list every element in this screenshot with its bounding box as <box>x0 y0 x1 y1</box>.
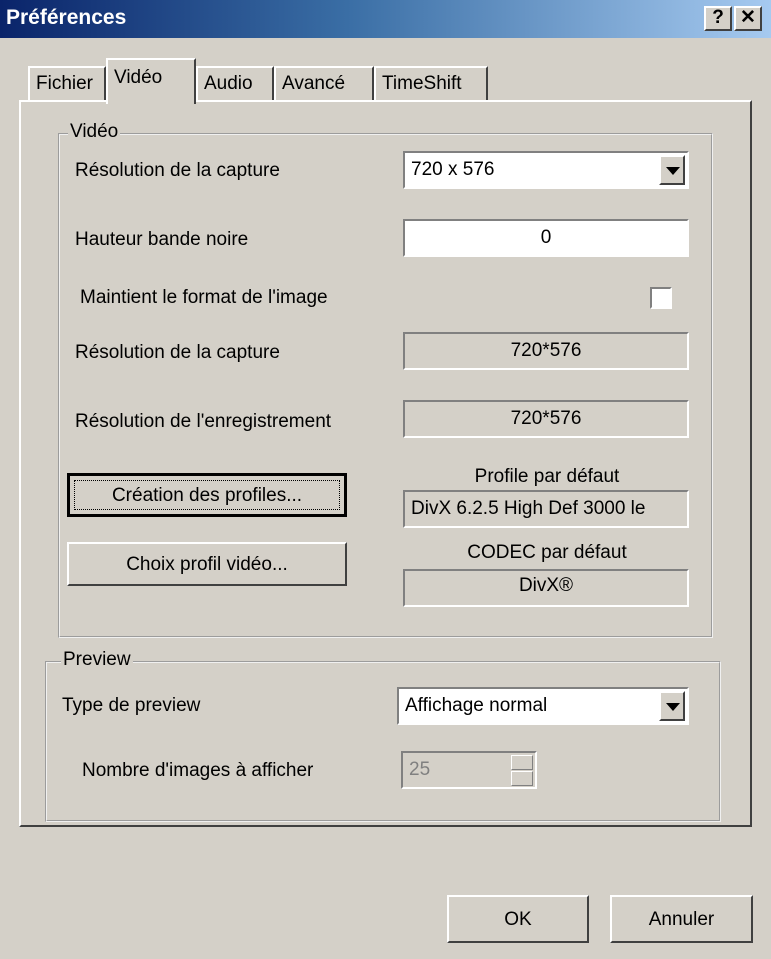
capture-resolution-readout: 720*576 <box>403 332 689 370</box>
black-band-input[interactable]: 0 <box>403 219 689 257</box>
keep-aspect-checkbox[interactable] <box>650 287 672 309</box>
tab-video[interactable]: Vidéo <box>106 58 196 104</box>
window-title: Préférences <box>6 6 127 29</box>
default-profile-readout: DivX 6.2.5 High Def 3000 le <box>403 490 689 528</box>
preview-group-title: Preview <box>61 649 133 671</box>
record-resolution-readout: 720*576 <box>403 400 689 438</box>
spin-up-icon[interactable] <box>511 755 533 770</box>
title-bar: Préférences ? ✕ <box>0 0 771 38</box>
preview-type-select-value: Affichage normal <box>405 695 548 716</box>
preview-type-label: Type de preview <box>62 695 201 716</box>
default-codec-label: CODEC par défaut <box>467 542 627 563</box>
default-profile-readout-value: DivX 6.2.5 High Def 3000 le <box>411 498 646 519</box>
record-resolution-label: Résolution de l'enregistrement <box>75 411 332 432</box>
tab-timeshift[interactable]: TimeShift <box>374 66 488 102</box>
frames-label: Nombre d'images à afficher <box>82 760 314 781</box>
ok-button[interactable]: OK <box>447 895 589 943</box>
capture-resolution-ro-label: Résolution de la capture <box>75 342 280 363</box>
black-band-input-value: 0 <box>540 227 552 248</box>
frames-spinbox[interactable]: 25 <box>401 751 537 789</box>
create-profiles-button-label: Création des profiles... <box>111 485 303 506</box>
capture-resolution-select-value: 720 x 576 <box>411 159 495 180</box>
close-button[interactable]: ✕ <box>734 6 762 31</box>
ok-button-label: OK <box>504 909 532 930</box>
preview-group: Preview <box>45 649 721 822</box>
default-codec-readout: DivX® <box>403 569 689 607</box>
chevron-down-icon[interactable] <box>659 155 685 185</box>
spin-down-icon[interactable] <box>511 771 533 786</box>
cancel-button[interactable]: Annuler <box>610 895 753 943</box>
capture-resolution-label: Résolution de la capture <box>75 160 280 181</box>
create-profiles-button[interactable]: Création des profiles... <box>67 473 347 517</box>
chevron-down-icon[interactable] <box>659 691 685 721</box>
capture-resolution-select[interactable]: 720 x 576 <box>403 151 689 189</box>
black-band-label: Hauteur bande noire <box>75 229 249 250</box>
preview-type-select[interactable]: Affichage normal <box>397 687 689 725</box>
choose-profile-button[interactable]: Choix profil vidéo... <box>67 542 347 586</box>
keep-aspect-label: Maintient le format de l'image <box>80 287 328 308</box>
video-group-title: Vidéo <box>68 121 121 143</box>
default-profile-label: Profile par défaut <box>474 466 620 487</box>
choose-profile-button-label: Choix profil vidéo... <box>126 554 288 575</box>
record-resolution-readout-value: 720*576 <box>510 408 582 429</box>
capture-resolution-readout-value: 720*576 <box>510 340 582 361</box>
default-codec-readout-value: DivX® <box>518 575 574 596</box>
help-button[interactable]: ? <box>704 6 732 31</box>
cancel-button-label: Annuler <box>648 909 715 930</box>
tab-avance[interactable]: Avancé <box>274 66 374 102</box>
tab-audio[interactable]: Audio <box>196 66 274 102</box>
tab-fichier[interactable]: Fichier <box>28 66 106 102</box>
